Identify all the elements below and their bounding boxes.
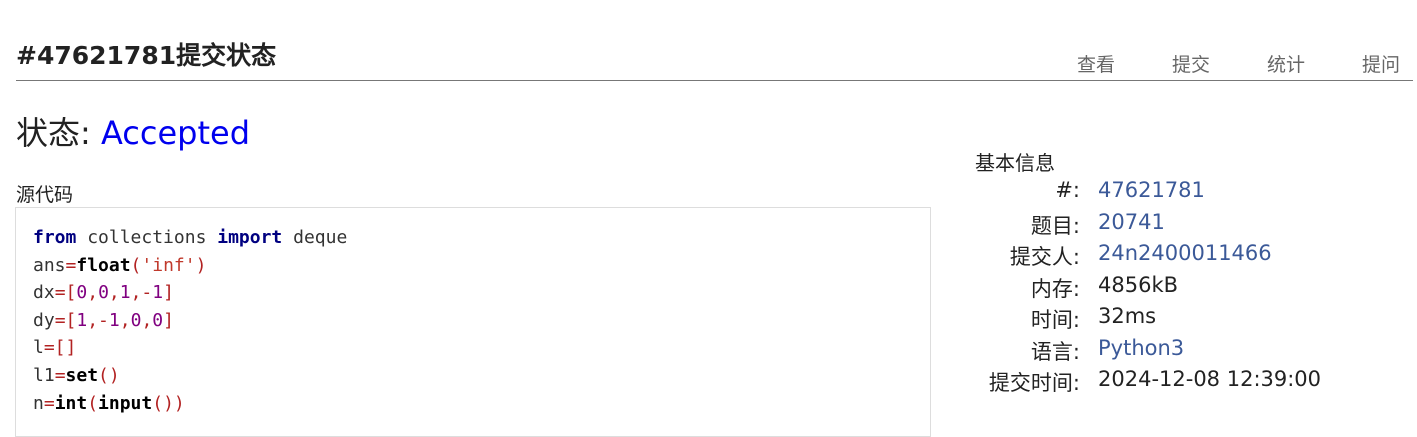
info-key: 语言: xyxy=(1030,340,1080,364)
top-nav: 查看 提交 统计 提问 xyxy=(0,50,1417,78)
info-row-language: 语言: Python3 xyxy=(960,336,1400,366)
code-line: dx=[0,0,1,-1] xyxy=(33,282,174,304)
code-line: dy=[1,-1,0,0] xyxy=(33,309,174,331)
submitter-link[interactable]: 24n2400011466 xyxy=(1098,241,1272,265)
info-key: 提交人: xyxy=(1009,245,1080,269)
header-divider xyxy=(16,80,1413,81)
code-line: l=[] xyxy=(33,337,77,359)
code-line: n=int(input()) xyxy=(33,392,185,414)
info-key: 题目: xyxy=(1030,214,1080,238)
code-line: from collections import deque xyxy=(33,227,348,248)
status-line: 状态: Accepted xyxy=(16,108,250,154)
info-row-problem: 题目: 20741 xyxy=(960,210,1400,240)
nav-ask-link[interactable]: 提问 xyxy=(1362,50,1400,77)
status-value: Accepted xyxy=(100,114,251,152)
info-key: #: xyxy=(1055,178,1080,202)
code-line: l1=set() xyxy=(33,364,120,386)
submission-id-link[interactable]: 47621781 xyxy=(1098,178,1205,202)
info-key: 提交时间: xyxy=(988,371,1080,395)
time-value: 32ms xyxy=(1098,304,1157,328)
nav-view-link[interactable]: 查看 xyxy=(1077,50,1115,77)
info-key: 内存: xyxy=(1030,277,1080,301)
nav-stats-link[interactable]: 统计 xyxy=(1267,50,1305,77)
language-link[interactable]: Python3 xyxy=(1098,336,1184,360)
submit-time-value: 2024-12-08 12:39:00 xyxy=(1098,367,1322,391)
info-title: 基本信息 xyxy=(975,151,1055,175)
info-row-submit-time: 提交时间: 2024-12-08 12:39:00 xyxy=(960,367,1400,397)
source-code-label: 源代码 xyxy=(16,184,74,206)
source-code-block: from collections import deque ans=float(… xyxy=(15,207,931,437)
status-label: 状态: xyxy=(16,114,91,152)
code-line: ans=float('inf') xyxy=(33,254,207,276)
info-row-memory: 内存: 4856kB xyxy=(960,273,1400,303)
nav-submit-link[interactable]: 提交 xyxy=(1172,50,1210,77)
memory-value: 4856kB xyxy=(1098,273,1179,297)
problem-link[interactable]: 20741 xyxy=(1098,210,1165,234)
info-row-id: #: 47621781 xyxy=(960,178,1400,208)
info-row-submitter: 提交人: 24n2400011466 xyxy=(960,241,1400,271)
info-row-time: 时间: 32ms xyxy=(960,304,1400,334)
info-key: 时间: xyxy=(1030,308,1080,332)
